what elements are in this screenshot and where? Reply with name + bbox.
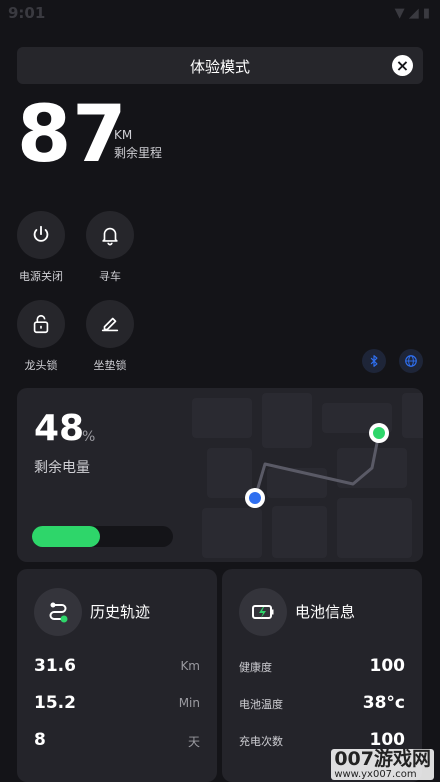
control-label-handlebar-lock: 龙头锁 (24, 359, 58, 372)
watermark-url: www.yx007.com (334, 769, 417, 780)
battery-percent-unit: % (82, 429, 96, 445)
range-unit: KM (114, 128, 133, 142)
range-label: 剩余里程 (114, 146, 163, 160)
bell-icon (102, 227, 118, 246)
battery-label: 剩余电量 (34, 460, 90, 476)
handlebar-lock-button[interactable] (17, 300, 65, 348)
battery-temp-label: 电池温度 (239, 698, 283, 711)
history-duration-unit: Min (178, 696, 200, 710)
seat-lock-icon (101, 317, 119, 332)
battery-health-label: 健康度 (239, 661, 272, 674)
seat-lock-button[interactable] (86, 300, 134, 348)
control-label-power: 电源关闭 (19, 270, 63, 283)
status-time: 9:01 (8, 4, 46, 22)
bluetooth-button[interactable] (362, 349, 386, 373)
battery-progress-fill (32, 526, 100, 547)
range-value: 87 (17, 90, 128, 180)
battery-percent: 48 (34, 408, 85, 449)
status-bar: 9:01 ▼ ◢ ▮ (0, 0, 440, 30)
route-icon (34, 588, 82, 636)
lock-icon (33, 314, 49, 334)
history-days: 8 (34, 730, 46, 750)
network-button[interactable] (399, 349, 423, 373)
control-label-seat-lock: 坐垫锁 (93, 359, 127, 372)
history-days-unit: 天 (187, 735, 200, 749)
close-icon[interactable]: × (392, 55, 413, 76)
power-icon (33, 225, 49, 242)
bluetooth-icon (370, 355, 378, 367)
control-label-find-car: 寻车 (99, 270, 121, 283)
history-card[interactable]: 历史轨迹 31.6 Km 15.2 Min 8 天 (17, 569, 217, 782)
history-distance-unit: Km (180, 659, 200, 673)
history-duration: 15.2 (34, 693, 76, 713)
signal-battery-icons: ▼ ◢ ▮ (394, 6, 430, 21)
experience-mode-banner: 体验模式 × (17, 47, 423, 84)
power-button[interactable] (17, 211, 65, 259)
watermark: 007游戏网 www.yx007.com (331, 749, 434, 780)
charge-count-label: 充电次数 (239, 735, 283, 748)
banner-title: 体验模式 (189, 58, 250, 76)
globe-icon (405, 355, 417, 367)
battery-temp-value: 38°c (362, 693, 405, 713)
find-car-button[interactable] (86, 211, 134, 259)
battery-progress-bar (32, 526, 173, 547)
charge-count-value: 100 (369, 730, 406, 750)
history-title: 历史轨迹 (90, 603, 151, 621)
history-distance: 31.6 (34, 656, 76, 676)
battery-health-value: 100 (369, 656, 406, 676)
battery-info-title: 电池信息 (295, 603, 356, 621)
battery-map-card[interactable]: 48 % 剩余电量 (17, 388, 423, 562)
watermark-text: 007游戏网 (334, 748, 431, 770)
battery-charging-icon (239, 588, 287, 636)
